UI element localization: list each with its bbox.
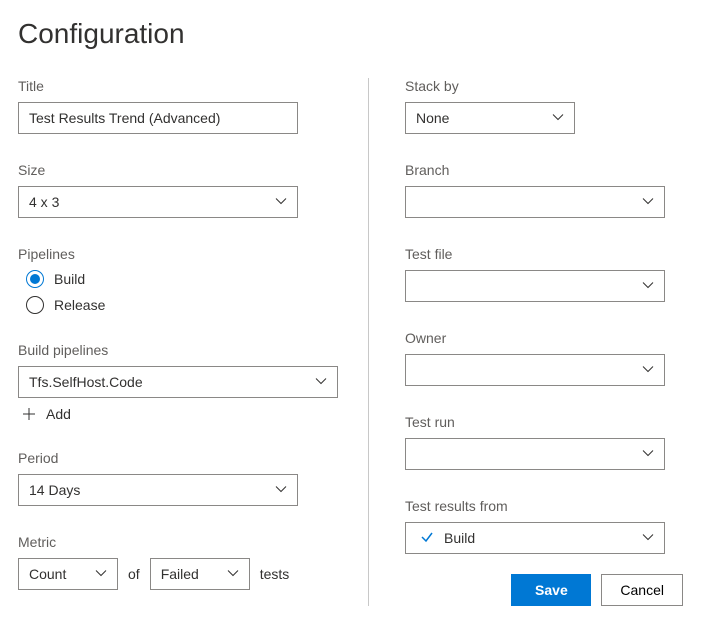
testfile-dropdown[interactable] — [405, 270, 665, 302]
size-label: Size — [18, 162, 332, 178]
chevron-down-icon — [642, 446, 654, 462]
branch-group: Branch — [405, 162, 683, 218]
radio-label: Release — [54, 297, 105, 313]
chevron-down-icon — [642, 194, 654, 210]
build-pipelines-dropdown[interactable]: Tfs.SelfHost.Code — [18, 366, 338, 398]
metric-tests-text: tests — [260, 566, 290, 582]
testrun-label: Test run — [405, 414, 683, 430]
metric-of-text: of — [128, 566, 140, 582]
check-icon — [420, 530, 434, 547]
chevron-down-icon — [227, 566, 239, 582]
resultsfrom-label: Test results from — [405, 498, 683, 514]
cancel-button[interactable]: Cancel — [601, 574, 683, 606]
stackby-dropdown[interactable]: None — [405, 102, 575, 134]
metric-label: Metric — [18, 534, 332, 550]
page-title: Configuration — [18, 18, 683, 50]
size-value: 4 x 3 — [29, 194, 59, 210]
radio-icon — [26, 270, 44, 288]
pipelines-label: Pipelines — [18, 246, 332, 262]
resultsfrom-value: Build — [444, 530, 475, 546]
resultsfrom-dropdown[interactable]: Build — [405, 522, 665, 554]
chevron-down-icon — [552, 110, 564, 126]
metric-row: Count of Failed tests — [18, 558, 332, 590]
period-dropdown[interactable]: 14 Days — [18, 474, 298, 506]
branch-dropdown[interactable] — [405, 186, 665, 218]
right-column: Stack by None Branch Test file — [368, 78, 683, 606]
build-pipelines-value: Tfs.SelfHost.Code — [29, 374, 143, 390]
owner-group: Owner — [405, 330, 683, 386]
title-input[interactable] — [18, 102, 298, 134]
metric-count-dropdown[interactable]: Count — [18, 558, 118, 590]
period-label: Period — [18, 450, 332, 466]
size-dropdown[interactable]: 4 x 3 — [18, 186, 298, 218]
stackby-label: Stack by — [405, 78, 683, 94]
period-group: Period 14 Days — [18, 450, 332, 506]
stackby-value: None — [416, 110, 449, 126]
title-label: Title — [18, 78, 332, 94]
metric-status-dropdown[interactable]: Failed — [150, 558, 250, 590]
resultsfrom-group: Test results from Build — [405, 498, 683, 554]
add-label: Add — [46, 406, 71, 422]
radio-icon — [26, 296, 44, 314]
chevron-down-icon — [642, 530, 654, 546]
plus-icon — [22, 407, 36, 421]
chevron-down-icon — [275, 482, 287, 498]
chevron-down-icon — [95, 566, 107, 582]
left-column: Title Size 4 x 3 Pipelines Build Release — [18, 78, 368, 606]
owner-label: Owner — [405, 330, 683, 346]
metric-status-value: Failed — [161, 566, 199, 582]
radio-label: Build — [54, 271, 85, 287]
size-group: Size 4 x 3 — [18, 162, 332, 218]
add-pipeline-button[interactable]: Add — [18, 398, 332, 422]
chevron-down-icon — [642, 278, 654, 294]
chevron-down-icon — [275, 194, 287, 210]
columns: Title Size 4 x 3 Pipelines Build Release — [18, 78, 683, 606]
testfile-label: Test file — [405, 246, 683, 262]
metric-count-value: Count — [29, 566, 66, 582]
pipelines-radio-release[interactable]: Release — [18, 296, 332, 314]
period-value: 14 Days — [29, 482, 80, 498]
stackby-group: Stack by None — [405, 78, 683, 134]
build-pipelines-label: Build pipelines — [18, 342, 332, 358]
title-group: Title — [18, 78, 332, 134]
branch-label: Branch — [405, 162, 683, 178]
pipelines-group: Pipelines Build Release — [18, 246, 332, 314]
testrun-group: Test run — [405, 414, 683, 470]
chevron-down-icon — [642, 362, 654, 378]
testfile-group: Test file — [405, 246, 683, 302]
save-button[interactable]: Save — [511, 574, 591, 606]
chevron-down-icon — [315, 374, 327, 390]
metric-group: Metric Count of Failed tests — [18, 534, 332, 590]
build-pipelines-group: Build pipelines Tfs.SelfHost.Code Add — [18, 342, 332, 422]
owner-dropdown[interactable] — [405, 354, 665, 386]
pipelines-radio-build[interactable]: Build — [18, 270, 332, 288]
testrun-dropdown[interactable] — [405, 438, 665, 470]
footer: Save Cancel — [405, 574, 683, 606]
